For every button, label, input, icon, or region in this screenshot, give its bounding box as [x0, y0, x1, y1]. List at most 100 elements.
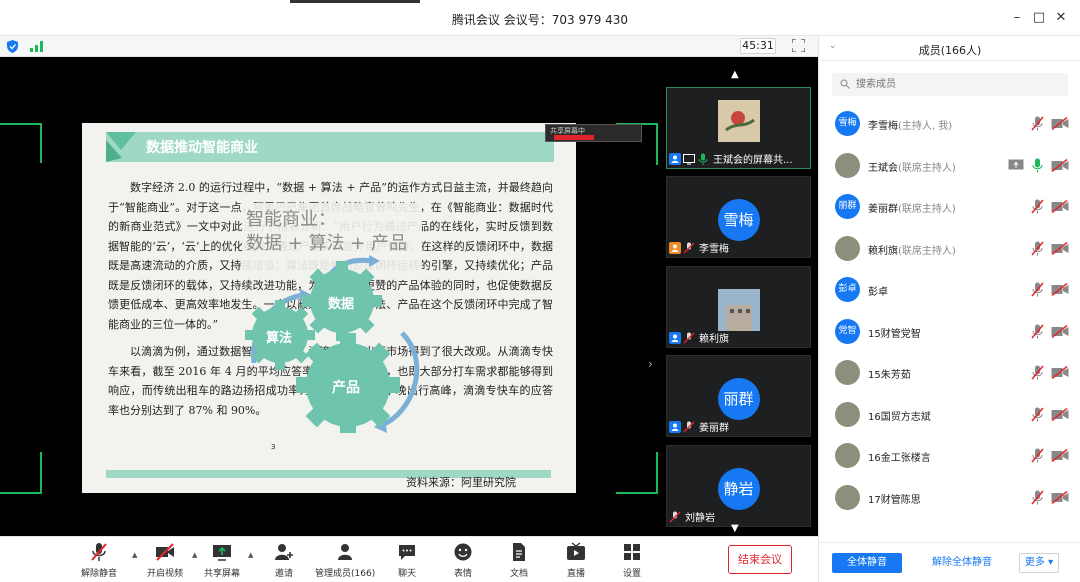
member-row[interactable]: 15朱芳茹: [819, 354, 1080, 395]
diagram-title-line: 数据 + 算法 + 产品: [246, 233, 408, 254]
member-row[interactable]: 赖利旗(联席主持人): [819, 230, 1080, 271]
search-input[interactable]: [856, 76, 1056, 93]
camera-off-icon[interactable]: [1051, 366, 1069, 379]
caret-up-icon[interactable]: ▲: [248, 551, 253, 559]
gear-label-data: 数据: [328, 297, 355, 312]
member-row[interactable]: 党智 15财管党智: [819, 313, 1080, 354]
more-button[interactable]: 更多 ▾: [1019, 553, 1059, 573]
window-title: 腾讯会议 会议号：703 979 430: [451, 13, 629, 27]
reactions-button[interactable]: 表情: [435, 542, 491, 580]
microphone-muted-icon[interactable]: [1031, 365, 1044, 380]
unmute-all-button[interactable]: 解除全体静音: [919, 553, 1005, 573]
member-row[interactable]: 王斌会(联席主持人): [819, 147, 1080, 188]
member-row[interactable]: 彭卓 彭卓: [819, 271, 1080, 312]
microphone-muted-icon: [683, 332, 695, 343]
unmute-button[interactable]: 解除静音: [71, 542, 127, 580]
fullscreen-icon[interactable]: [792, 39, 805, 52]
members-panel-title: 成员(166人): [918, 44, 982, 57]
avatar: [835, 360, 860, 385]
close-button[interactable]: ✕: [1053, 10, 1069, 26]
toolbar-label: 文档: [509, 569, 528, 579]
share-indicator-tab[interactable]: [290, 0, 420, 3]
screen-share-icon: [683, 153, 695, 164]
microphone-muted-icon[interactable]: [1031, 199, 1044, 214]
member-name: 王斌会(联席主持人): [868, 159, 956, 174]
camera-off-icon[interactable]: [1051, 407, 1069, 421]
member-search[interactable]: [832, 73, 1068, 96]
video-tile[interactable]: 赖利旗: [666, 266, 811, 348]
camera-off-icon[interactable]: [1051, 117, 1069, 130]
camera-off-icon[interactable]: [1051, 324, 1069, 338]
host-badge-icon: [669, 331, 681, 344]
video-tile[interactable]: 雪梅 李雪梅: [666, 176, 811, 258]
chat-button[interactable]: 聊天: [379, 542, 435, 580]
member-row[interactable]: 丽群 姜丽群(联席主持人): [819, 188, 1080, 229]
members-panel: ⌄ 成员(166人) 雪梅李雪梅(主持人, 我)王斌会(联席主持人)丽群姜丽群(…: [818, 36, 1080, 582]
end-meeting-button[interactable]: 结束会议: [728, 545, 792, 574]
members-panel-header: ⌄ 成员(166人): [819, 36, 1080, 61]
network-signal-icon[interactable]: [30, 41, 44, 52]
member-row[interactable]: 雪梅 李雪梅(主持人, 我): [819, 105, 1080, 146]
video-tile[interactable]: 静岩 刘静岩: [666, 445, 811, 527]
toolbar-label: 直播: [566, 569, 585, 579]
member-row[interactable]: 17财管陈思: [819, 479, 1080, 520]
member-name-text: 16金工张楼言: [868, 453, 931, 464]
microphone-muted-icon[interactable]: [1031, 490, 1044, 505]
invite-button[interactable]: 邀请: [256, 542, 312, 580]
security-shield-icon[interactable]: [7, 40, 18, 53]
microphone-muted-icon[interactable]: [1031, 407, 1044, 422]
screen-share-icon[interactable]: [1008, 159, 1024, 172]
start-video-button[interactable]: 开启视频: [137, 542, 193, 580]
member-row[interactable]: 16国贸方志斌: [819, 396, 1080, 437]
member-name-text: 王斌会: [868, 162, 898, 174]
camera-off-icon[interactable]: [1051, 449, 1069, 462]
microphone-muted-icon[interactable]: [1031, 241, 1044, 256]
camera-off-icon[interactable]: [1051, 158, 1069, 172]
diagram-title: 智能商业： 数据 + 算法 + 产品: [246, 208, 407, 256]
video-tile[interactable]: 王斌会的屏幕共...: [666, 87, 811, 169]
camera-off-icon[interactable]: [1051, 283, 1069, 296]
mute-all-button[interactable]: 全体静音: [832, 553, 902, 573]
section-heading: 数据推动智能商业: [146, 140, 258, 156]
minimize-button[interactable]: –: [1009, 10, 1025, 26]
document-icon: [513, 543, 525, 561]
microphone-on-icon: [698, 153, 708, 165]
camera-off-icon[interactable]: [1051, 241, 1069, 255]
camera-off-icon[interactable]: [1051, 200, 1069, 213]
members-icon: [338, 544, 352, 560]
member-name-text: 李雪梅: [868, 121, 898, 132]
chevron-down-icon[interactable]: ▼: [731, 523, 739, 534]
video-tile[interactable]: 丽群 姜丽群: [666, 355, 811, 437]
title-bar: 腾讯会议 会议号：703 979 430 – □ ✕: [0, 0, 1080, 36]
microphone-muted-icon[interactable]: [1031, 116, 1044, 131]
maximize-button[interactable]: □: [1031, 10, 1047, 26]
member-name: 15财管党智: [868, 325, 921, 340]
microphone-muted-icon: [669, 511, 681, 522]
microphone-muted-icon: [91, 543, 107, 561]
tile-name: 姜丽群: [699, 423, 729, 434]
settings-button[interactable]: 设置: [604, 542, 660, 580]
toolbar-label: 管理成员(166): [315, 569, 376, 579]
microphone-on-icon[interactable]: [1031, 158, 1044, 173]
chevron-up-icon[interactable]: ▲: [731, 69, 739, 80]
avatar: [717, 100, 760, 142]
microphone-muted-icon[interactable]: [1031, 324, 1044, 339]
sharing-mini-toolbar[interactable]: 共享屏幕中: [545, 124, 642, 142]
share-frame-corner: [616, 452, 658, 494]
camera-off-icon[interactable]: [1051, 490, 1069, 504]
live-stream-button[interactable]: 直播: [548, 542, 604, 580]
chevron-right-icon[interactable]: ›: [648, 357, 653, 371]
member-name-text: 彭卓: [868, 287, 888, 298]
gear-label-algorithm: 算法: [266, 331, 293, 346]
microphone-muted-icon[interactable]: [1031, 282, 1044, 297]
avatar: 彭卓: [835, 277, 860, 302]
live-stream-icon: [567, 542, 585, 560]
camera-off-icon: [156, 543, 174, 561]
manage-members-button[interactable]: 管理成员(166): [315, 542, 375, 580]
microphone-muted-icon[interactable]: [1031, 448, 1044, 463]
member-name: 17财管陈思: [868, 491, 921, 506]
member-row[interactable]: 16金工张楼言: [819, 437, 1080, 478]
documents-button[interactable]: 文档: [491, 542, 547, 580]
member-role: (联席主持人): [898, 245, 956, 257]
share-screen-button[interactable]: 共享屏幕: [194, 542, 250, 580]
